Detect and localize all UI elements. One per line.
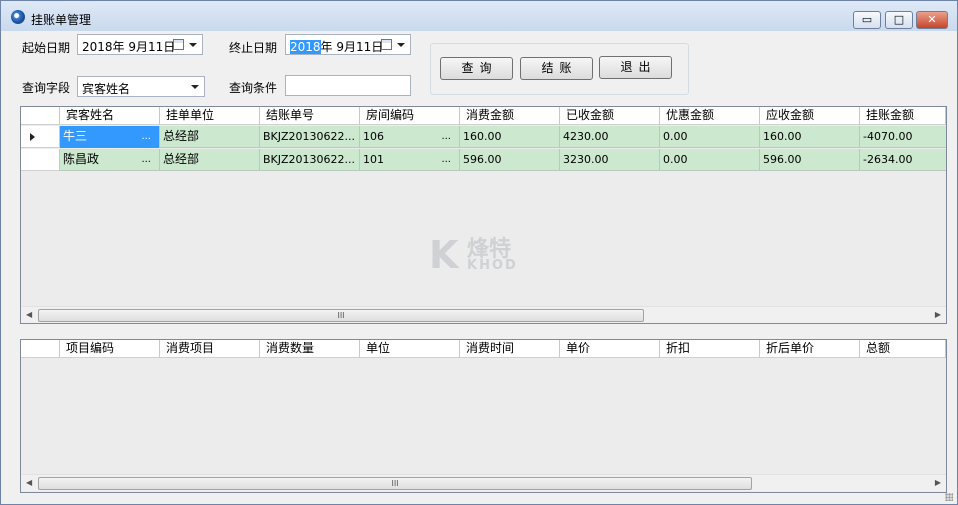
start-date-picker[interactable]: 2018年 9月11日 [77, 34, 203, 55]
col-receivable[interactable]: 应收金额 [760, 107, 860, 125]
ellipsis-button[interactable]: ... [441, 149, 451, 170]
cell-guest[interactable]: 陈昌政... [60, 149, 160, 171]
query-condition-label: 查询条件 [229, 81, 278, 95]
minimize-button[interactable]: ▭ [853, 11, 881, 29]
bill-grid-hscrollbar[interactable]: ◀ III ▶ [21, 306, 946, 323]
query-button[interactable]: 查询 [440, 57, 513, 80]
cell-room[interactable]: 106... [360, 126, 460, 148]
close-icon: ✕ [927, 13, 937, 26]
cell-consume[interactable]: 160.00 [460, 126, 560, 148]
end-date-value: 2018年 9月11日 [290, 38, 383, 55]
scroll-left-icon[interactable]: ◀ [26, 310, 32, 319]
calendar-icon[interactable] [173, 39, 184, 50]
row-header[interactable] [21, 126, 60, 148]
cell-text: 牛三 [63, 129, 88, 143]
cell-consume[interactable]: 596.00 [460, 149, 560, 171]
ellipsis-button[interactable]: ... [141, 126, 151, 147]
table-row[interactable]: 牛三... 总经部 BKJZ20130622... 106... 160.00 … [60, 126, 946, 148]
cell-discount[interactable]: 0.00 [660, 126, 760, 148]
query-condition-input[interactable] [285, 75, 411, 96]
col-consume[interactable]: 消费金额 [460, 107, 560, 125]
title-bar: 挂账单管理 ▭ □ ✕ [1, 1, 957, 31]
col-unit[interactable]: 挂单单位 [160, 107, 260, 125]
maximize-button[interactable]: □ [885, 11, 913, 29]
col-bill-no[interactable]: 结账单号 [260, 107, 360, 125]
col-room[interactable]: 房间编码 [360, 107, 460, 125]
scroll-left-icon[interactable]: ◀ [26, 478, 32, 487]
detail-grid-hscrollbar[interactable]: ◀ III ▶ [21, 474, 946, 491]
cell-receivable[interactable]: 596.00 [760, 149, 860, 171]
cell-unit[interactable]: 总经部 [160, 149, 260, 171]
col-total[interactable]: 总额 [860, 340, 946, 358]
end-date-picker[interactable]: 2018年 9月11日 [285, 34, 411, 55]
checkout-button[interactable]: 结账 [520, 57, 593, 80]
cell-guest[interactable]: 牛三... [60, 126, 160, 148]
watermark-en: KHOD [467, 258, 518, 273]
cell-bill-no[interactable]: BKJZ20130622... [260, 149, 360, 171]
start-date-value: 2018年 9月11日 [82, 40, 176, 54]
exit-button[interactable]: 退出 [599, 56, 672, 79]
query-field-value: 宾客姓名 [82, 82, 131, 96]
main-window: 挂账单管理 ▭ □ ✕ 起始日期 2018年 9月11日 终止日期 2018年 … [0, 0, 958, 505]
start-date-label: 起始日期 [22, 41, 71, 55]
watermark-logo: K 烽特 KHOD [429, 231, 529, 277]
scroll-right-icon[interactable]: ▶ [935, 310, 941, 319]
chevron-down-icon[interactable] [191, 85, 199, 89]
query-field-label: 查询字段 [22, 81, 71, 95]
col-quantity[interactable]: 消费数量 [260, 340, 360, 358]
cell-received[interactable]: 3230.00 [560, 149, 660, 171]
cell-room[interactable]: 101... [360, 149, 460, 171]
row-pointer-icon [30, 133, 35, 141]
scroll-right-icon[interactable]: ▶ [935, 478, 941, 487]
watermark-letter: K [429, 233, 459, 277]
corner-cell [21, 340, 60, 358]
cell-hang[interactable]: -4070.00 [860, 126, 946, 148]
detail-grid[interactable]: 项目编码 消费项目 消费数量 单位 消费时间 单价 折扣 折后单价 总额 ◀ I… [20, 339, 947, 493]
maximize-icon: □ [893, 13, 905, 26]
scroll-thumb[interactable]: III [38, 477, 752, 490]
minimize-icon: ▭ [861, 13, 873, 26]
col-guest-name[interactable]: 宾客姓名 [60, 107, 160, 125]
cell-text: 101 [363, 153, 384, 166]
cell-unit[interactable]: 总经部 [160, 126, 260, 148]
corner-cell [21, 107, 60, 125]
col-item-code[interactable]: 项目编码 [60, 340, 160, 358]
chevron-down-icon[interactable] [397, 43, 405, 47]
detail-grid-header: 项目编码 消费项目 消费数量 单位 消费时间 单价 折扣 折后单价 总额 [21, 340, 946, 358]
col-measure-unit[interactable]: 单位 [360, 340, 460, 358]
scroll-thumb[interactable]: III [38, 309, 644, 322]
close-button[interactable]: ✕ [916, 11, 948, 29]
ellipsis-button[interactable]: ... [441, 126, 451, 147]
cell-discount[interactable]: 0.00 [660, 149, 760, 171]
end-date-label: 终止日期 [229, 41, 278, 55]
bill-grid[interactable]: 宾客姓名 挂单单位 结账单号 房间编码 消费金额 已收金额 优惠金额 应收金额 … [20, 106, 947, 324]
end-date-rest: 年 9月11日 [320, 40, 384, 54]
col-discount[interactable]: 优惠金额 [660, 107, 760, 125]
col-consume-time[interactable]: 消费时间 [460, 340, 560, 358]
cell-bill-no[interactable]: BKJZ20130622... [260, 126, 360, 148]
row-header[interactable] [21, 149, 60, 171]
col-received[interactable]: 已收金额 [560, 107, 660, 125]
bill-grid-header: 宾客姓名 挂单单位 结账单号 房间编码 消费金额 已收金额 优惠金额 应收金额 … [21, 107, 946, 125]
cell-receivable[interactable]: 160.00 [760, 126, 860, 148]
cell-received[interactable]: 4230.00 [560, 126, 660, 148]
col-rate[interactable]: 折扣 [660, 340, 760, 358]
cell-text: 陈昌政 [63, 152, 100, 166]
chevron-down-icon[interactable] [189, 43, 197, 47]
calendar-icon[interactable] [381, 39, 392, 50]
col-item-name[interactable]: 消费项目 [160, 340, 260, 358]
col-discounted-price[interactable]: 折后单价 [760, 340, 860, 358]
resize-grip-icon[interactable] [945, 493, 953, 501]
cell-text: 106 [363, 130, 384, 143]
cell-hang[interactable]: -2634.00 [860, 149, 946, 171]
col-unit-price[interactable]: 单价 [560, 340, 660, 358]
end-date-year-selected: 2018 [290, 40, 321, 54]
table-row[interactable]: 陈昌政... 总经部 BKJZ20130622... 101... 596.00… [60, 149, 946, 171]
query-field-select[interactable]: 宾客姓名 [77, 76, 205, 97]
col-hang[interactable]: 挂账金额 [860, 107, 946, 125]
window-title: 挂账单管理 [31, 13, 92, 27]
ellipsis-button[interactable]: ... [141, 149, 151, 170]
app-icon [11, 10, 25, 24]
